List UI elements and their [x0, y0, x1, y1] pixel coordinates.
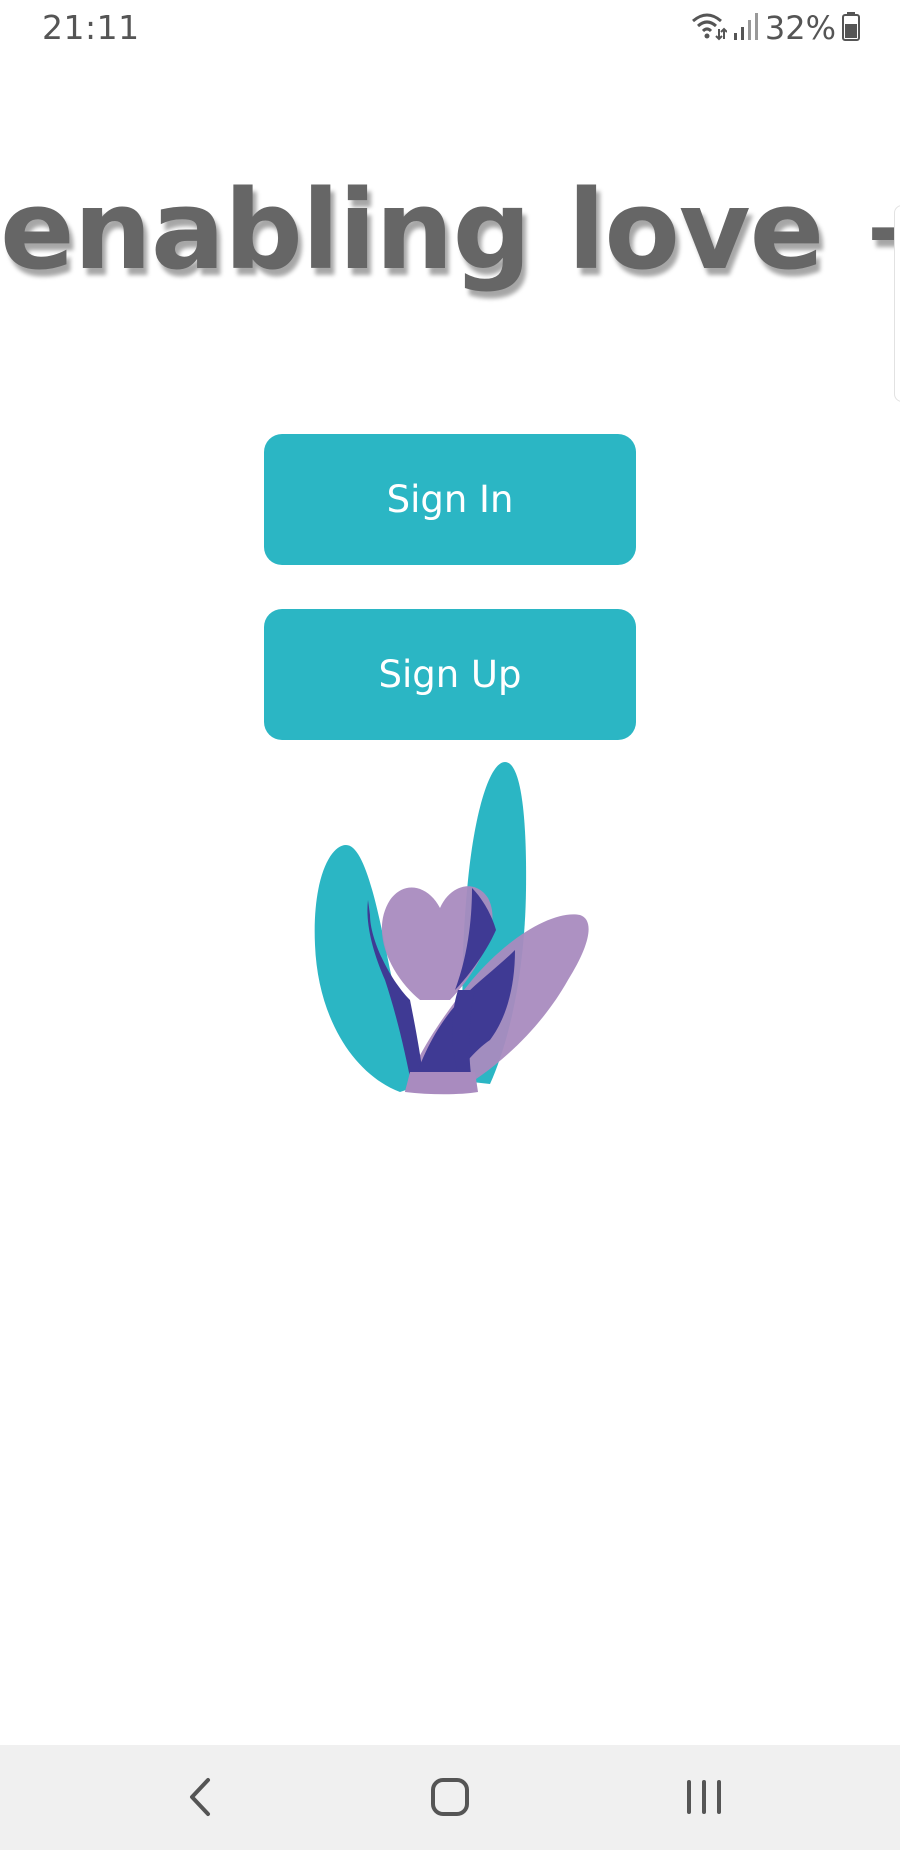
app-title: enabling love + — [0, 166, 900, 294]
back-icon[interactable] — [170, 1767, 230, 1827]
sign-in-button[interactable]: Sign In — [264, 434, 636, 565]
status-bar: 21:11 32% — [0, 0, 900, 56]
status-time: 21:11 — [42, 8, 140, 47]
app-screen: 21:11 32% enabling love + Sign In Sign U… — [0, 0, 900, 1850]
home-icon[interactable] — [420, 1767, 480, 1827]
enabling-love-logo — [300, 750, 600, 1100]
recents-icon[interactable] — [674, 1767, 734, 1827]
edge-panel-handle[interactable] — [894, 205, 900, 402]
wifi-icon — [691, 11, 728, 46]
signal-icon — [733, 11, 759, 46]
navigation-bar — [0, 1745, 900, 1850]
sign-up-button[interactable]: Sign Up — [264, 609, 636, 740]
status-icons: 32% — [691, 9, 860, 47]
battery-percent: 32% — [764, 9, 836, 47]
battery-icon — [842, 11, 860, 46]
